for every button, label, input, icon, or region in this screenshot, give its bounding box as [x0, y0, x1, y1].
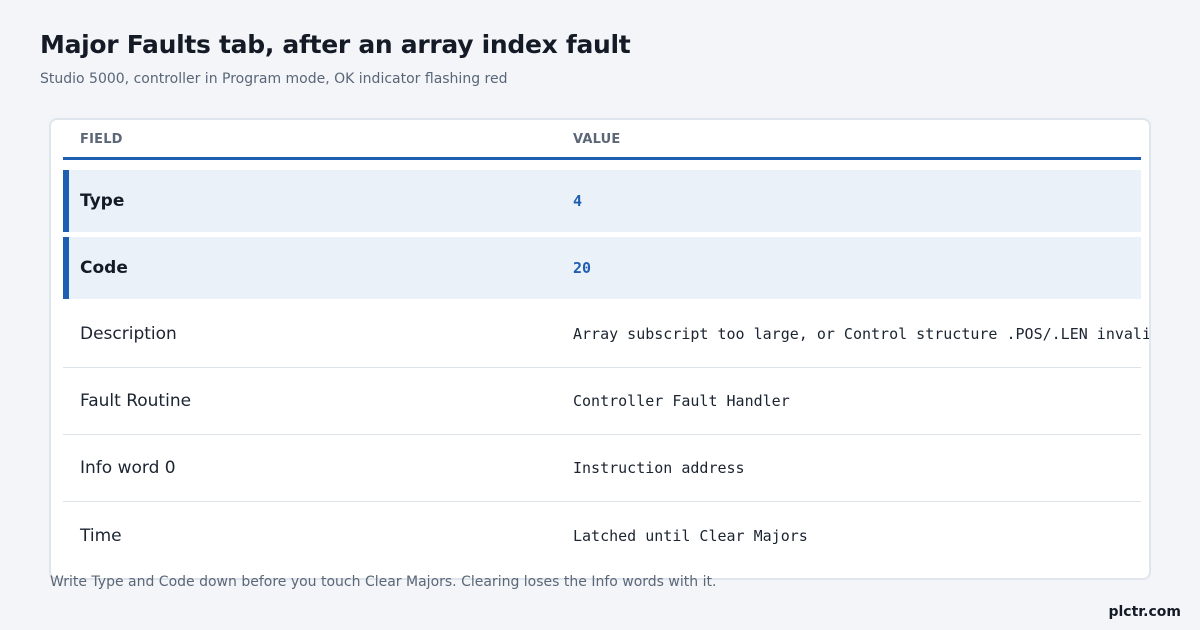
header-field: FIELD [80, 132, 123, 147]
field-label: Fault Routine [80, 391, 192, 411]
table-row-fault-routine: Fault Routine Controller Fault Handler [63, 368, 1141, 435]
field-label: Description [80, 324, 177, 344]
field-value: Controller Fault Handler [573, 392, 790, 410]
header-value: VALUE [573, 132, 621, 147]
major-faults-table: FIELD VALUE Type 4 Code 20 Description A… [49, 118, 1151, 580]
field-value: Latched until Clear Majors [573, 526, 808, 545]
field-label: Info word 0 [80, 458, 176, 478]
field-label: Type [80, 191, 125, 211]
field-value: 20 [573, 259, 592, 277]
brand-logo: plctr.com [1108, 604, 1181, 620]
field-value: 4 [573, 192, 583, 210]
table-row-info-word-0: Info word 0 Instruction address [63, 435, 1141, 502]
field-value: Instruction address [573, 459, 745, 477]
table-header: FIELD VALUE [63, 120, 1141, 160]
field-label: Time [80, 525, 122, 546]
table-row-code: Code 20 [63, 237, 1141, 299]
field-label: Code [80, 258, 128, 278]
footnote: Write Type and Code down before you touc… [50, 574, 717, 590]
page-subtitle: Studio 5000, controller in Program mode,… [40, 71, 508, 87]
table-row-description: Description Array subscript too large, o… [63, 301, 1149, 368]
field-value: Array subscript too large, or Control st… [573, 325, 1151, 343]
page-title: Major Faults tab, after an array index f… [40, 30, 631, 59]
table-row-time: Time Latched until Clear Majors [63, 502, 1141, 569]
table-row-type: Type 4 [63, 170, 1141, 232]
